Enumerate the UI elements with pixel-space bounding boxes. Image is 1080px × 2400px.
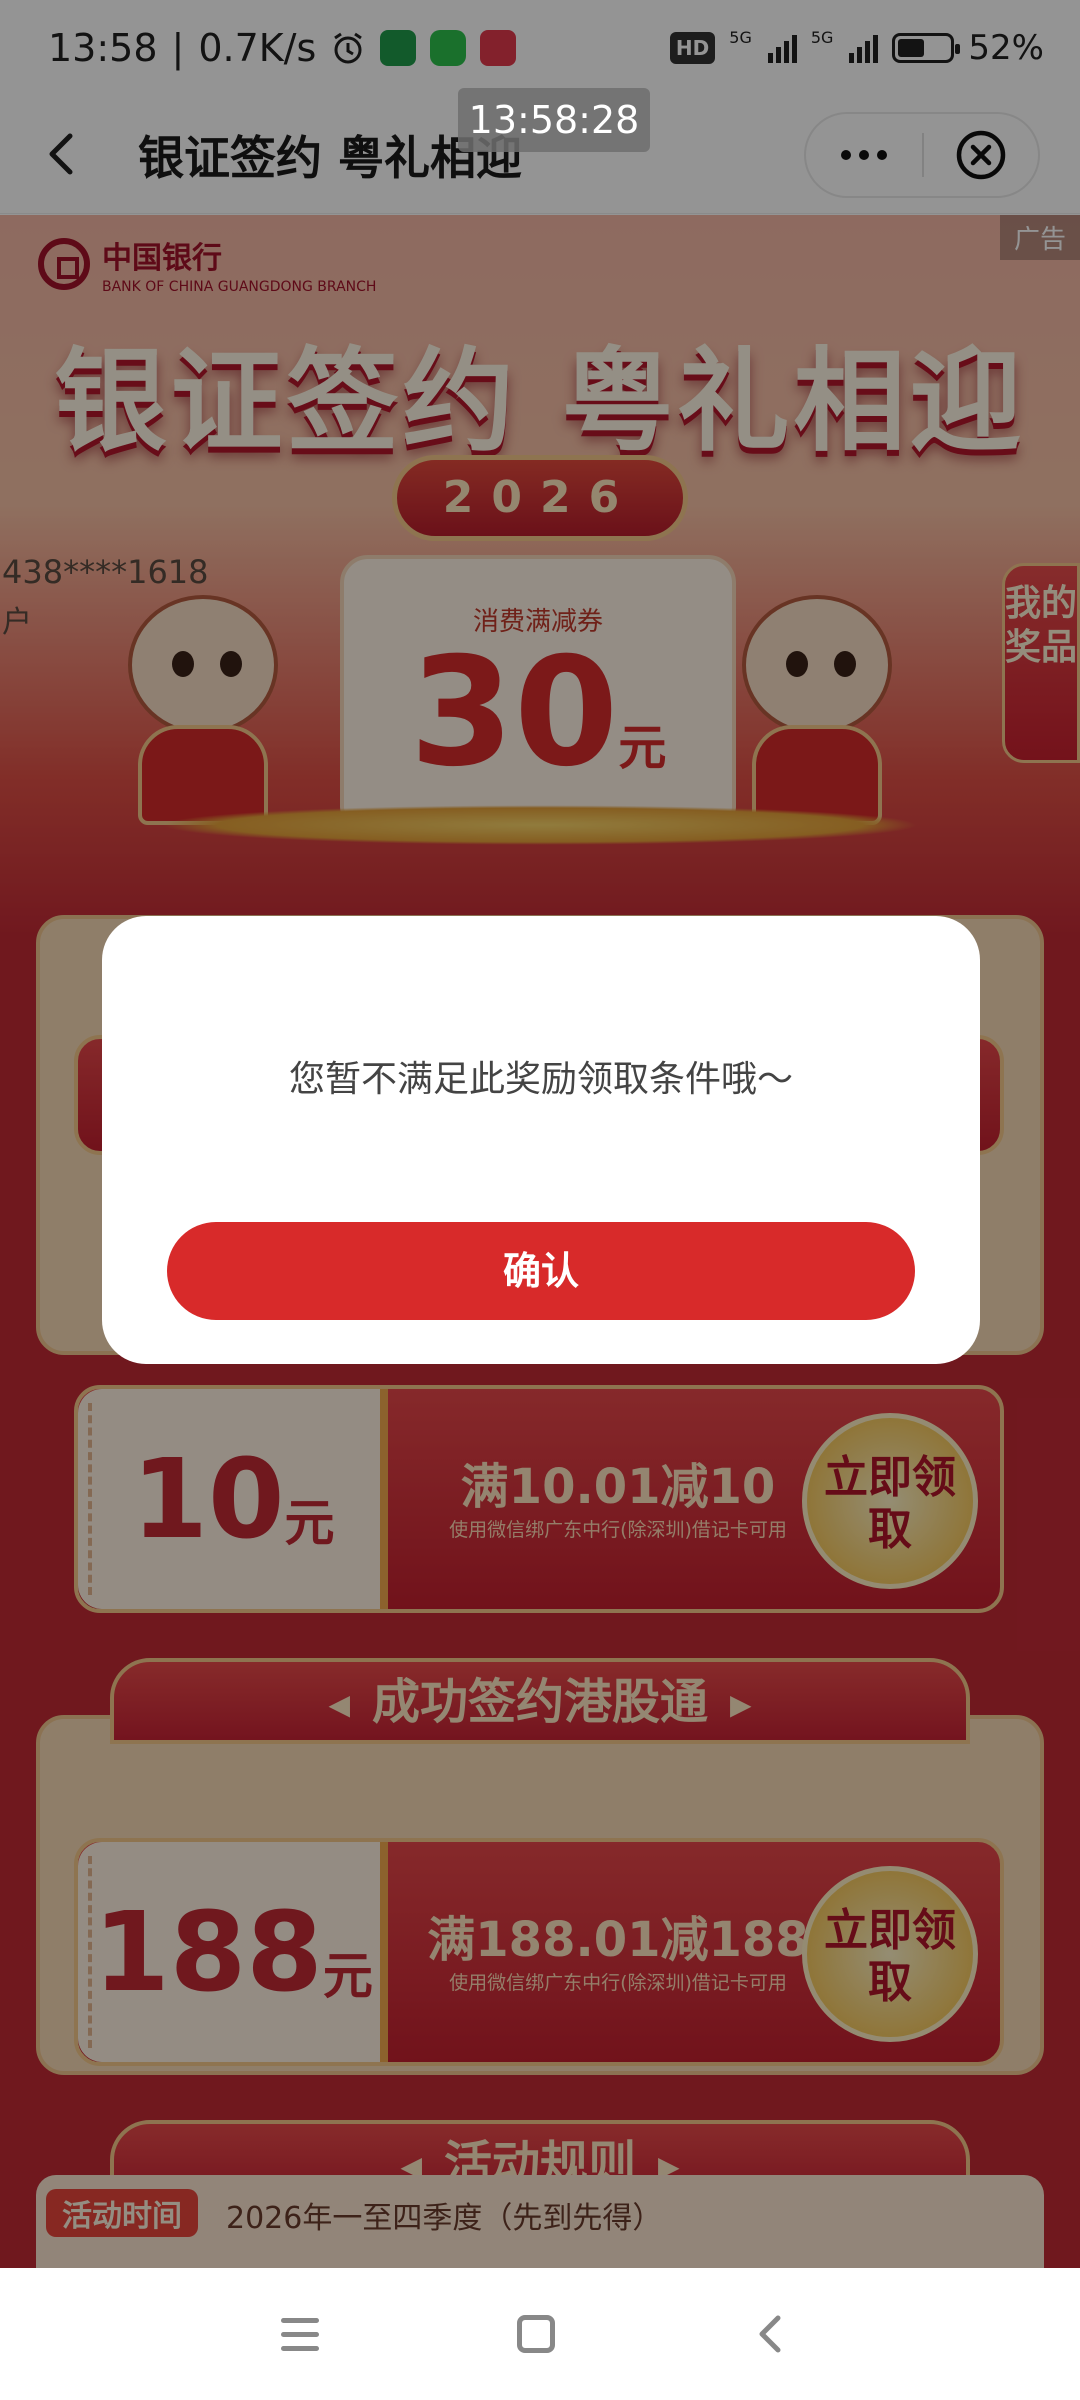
chevron-left-icon (759, 2315, 781, 2353)
home-button[interactable] (506, 2304, 566, 2364)
recent-apps-button[interactable] (270, 2304, 330, 2364)
alert-dialog: 您暂不满足此奖励领取条件哦～ 确认 (102, 916, 980, 1364)
confirm-button[interactable]: 确认 (167, 1222, 915, 1320)
menu-icon (270, 2304, 330, 2364)
square-icon (517, 2315, 555, 2353)
time-toast: 13:58:28 (458, 88, 650, 152)
system-back-button[interactable] (740, 2304, 800, 2364)
system-nav-bar (0, 2268, 1080, 2400)
dialog-message: 您暂不满足此奖励领取条件哦～ (288, 1059, 793, 1100)
